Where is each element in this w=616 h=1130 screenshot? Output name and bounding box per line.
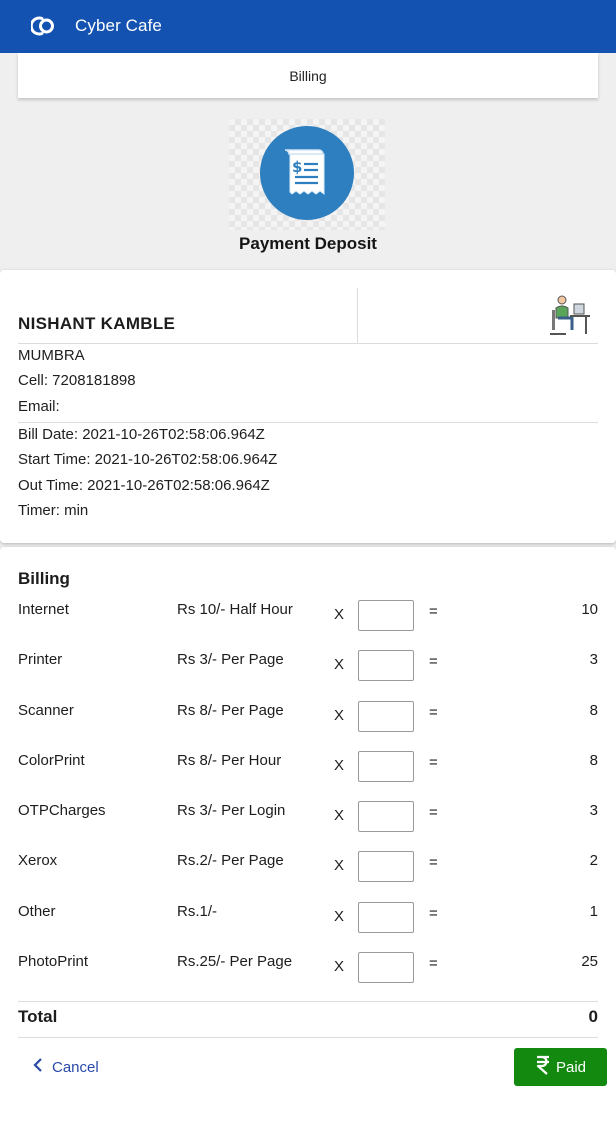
item-amount: 3 (589, 802, 598, 819)
svg-text:$: $ (292, 158, 302, 176)
quantity-input[interactable] (358, 600, 414, 631)
item-rate: Rs 8/- Per Page (177, 702, 284, 719)
billing-row: Printer Rs 3/- Per Page X = 3 (0, 650, 616, 686)
cancel-button[interactable]: Cancel (33, 1058, 99, 1076)
app-bar: Cyber Cafe (0, 0, 616, 53)
tab-billing[interactable]: Billing (18, 53, 598, 98)
timer: Timer: min (18, 502, 89, 519)
item-name: Scanner (18, 702, 74, 719)
customer-name: NISHANT KAMBLE (18, 314, 176, 333)
item-amount: 2 (589, 852, 598, 869)
item-rate: Rs 10/- Half Hour (177, 601, 293, 618)
item-rate: Rs.2/- Per Page (177, 852, 284, 869)
times-sign: X (334, 908, 345, 925)
app-title: Cyber Cafe (75, 16, 162, 35)
billing-row: OTPCharges Rs 3/- Per Login X = 3 (0, 801, 616, 837)
payment-deposit-title: Payment Deposit (239, 234, 377, 253)
equals-sign: = (429, 603, 438, 620)
equals-sign: = (429, 804, 438, 821)
billing-row: Other Rs.1/- X = 1 (0, 902, 616, 938)
rupee-icon (535, 1055, 551, 1079)
equals-sign: = (429, 854, 438, 871)
quantity-input[interactable] (358, 902, 414, 933)
times-sign: X (334, 807, 345, 824)
divider (18, 1037, 598, 1038)
total-value: 0 (588, 1007, 598, 1026)
item-name: Other (18, 903, 56, 920)
billing-row: ColorPrint Rs 8/- Per Hour X = 8 (0, 751, 616, 787)
cancel-label: Cancel (52, 1058, 99, 1076)
billing-title: Billing (18, 569, 70, 588)
billing-row: PhotoPrint Rs.25/- Per Page X = 25 (0, 952, 616, 988)
item-name: Xerox (18, 852, 58, 869)
billing-card: Billing Internet Rs 10/- Half Hour X = 1… (0, 547, 616, 1130)
times-sign: X (334, 857, 345, 874)
item-name: Printer (18, 651, 63, 668)
item-amount: 1 (589, 903, 598, 920)
equals-sign: = (429, 653, 438, 670)
divider (357, 288, 358, 343)
times-sign: X (334, 606, 345, 623)
divider (18, 422, 598, 423)
circle-logo-icon (29, 14, 59, 38)
customer-cell: Cell: 7208181898 (18, 372, 136, 389)
person-at-desk-icon (548, 294, 592, 343)
bill-date: Bill Date: 2021-10-26T02:58:06.964Z (18, 426, 265, 443)
billing-row: Scanner Rs 8/- Per Page X = 8 (0, 701, 616, 737)
item-name: PhotoPrint (18, 953, 89, 970)
item-amount: 3 (589, 651, 598, 668)
item-rate: Rs 3/- Per Login (177, 802, 286, 819)
quantity-input[interactable] (358, 701, 414, 732)
times-sign: X (334, 757, 345, 774)
billing-row: Xerox Rs.2/- Per Page X = 2 (0, 851, 616, 887)
times-sign: X (334, 958, 345, 975)
start-time: Start Time: 2021-10-26T02:58:06.964Z (18, 451, 278, 468)
item-rate: Rs 8/- Per Hour (177, 752, 282, 769)
billing-row: Internet Rs 10/- Half Hour X = 10 (0, 600, 616, 636)
item-name: ColorPrint (18, 752, 85, 769)
item-amount: 10 (581, 601, 598, 618)
customer-address: MUMBRA (18, 347, 85, 364)
paid-button[interactable]: Paid (514, 1048, 607, 1086)
divider (18, 343, 598, 344)
item-rate: Rs.25/- Per Page (177, 953, 293, 970)
customer-email: Email: (18, 398, 60, 415)
receipt-dollar-icon: $ (260, 126, 354, 220)
times-sign: X (334, 707, 345, 724)
quantity-input[interactable] (358, 751, 414, 782)
quantity-input[interactable] (358, 801, 414, 832)
times-sign: X (334, 656, 345, 673)
customer-card: NISHANT KAMBLE MUMBRA Cell: 7208181898 E… (0, 270, 616, 543)
equals-sign: = (429, 905, 438, 922)
paid-label: Paid (555, 1058, 587, 1076)
item-name: OTPCharges (18, 802, 106, 819)
item-rate: Rs 3/- Per Page (177, 651, 284, 668)
equals-sign: = (429, 704, 438, 721)
item-amount: 8 (589, 752, 598, 769)
divider (18, 1001, 598, 1002)
item-rate: Rs.1/- (177, 903, 218, 920)
payment-deposit-image: $ (229, 119, 385, 230)
quantity-input[interactable] (358, 650, 414, 681)
equals-sign: = (429, 754, 438, 771)
out-time: Out Time: 2021-10-26T02:58:06.964Z (18, 477, 270, 494)
item-amount: 25 (581, 953, 598, 970)
quantity-input[interactable] (358, 952, 414, 983)
chevron-left-icon (33, 1058, 43, 1076)
total-label: Total (18, 1007, 58, 1026)
item-amount: 8 (589, 702, 598, 719)
quantity-input[interactable] (358, 851, 414, 882)
item-name: Internet (18, 601, 69, 618)
equals-sign: = (429, 955, 438, 972)
